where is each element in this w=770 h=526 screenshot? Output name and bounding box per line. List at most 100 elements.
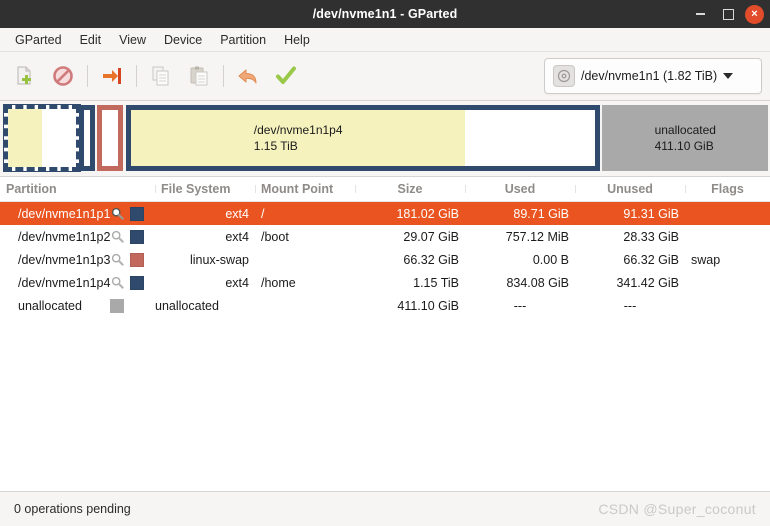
magnifier-icon[interactable] (111, 230, 125, 243)
delete-prohibition-icon (53, 66, 73, 86)
partition-name: /dev/nvme1n1p4 (18, 275, 111, 290)
disk-segment-p3[interactable] (97, 105, 124, 171)
cell-size: 66.32 GiB (403, 252, 459, 267)
cell-filesystem: linux-swap (189, 252, 249, 267)
cell-used: 0.00 B (532, 252, 569, 267)
status-bar: 0 operations pending CSDN @Super_coconut (0, 491, 770, 526)
cell-size: 181.02 GiB (396, 206, 459, 221)
title-bar: /dev/nvme1n1 - GParted × (0, 0, 770, 28)
copy-button[interactable] (142, 57, 180, 95)
apply-button[interactable] (267, 57, 305, 95)
close-button[interactable]: × (745, 4, 764, 24)
magnifier-icon[interactable] (111, 253, 125, 266)
resize-move-arrow-icon (103, 68, 121, 84)
toolbar: /dev/nvme1n1 (1.82 TiB) (0, 52, 770, 101)
table-row[interactable]: /dev/nvme1n1p1 ext4 / 181.02 GiB 89.71 G… (0, 202, 770, 225)
menu-help[interactable]: Help (275, 31, 319, 49)
pending-operations-text: 0 operations pending (14, 502, 131, 516)
cell-partition: /dev/nvme1n1p2 (0, 229, 155, 244)
disk-segment-p2[interactable] (79, 105, 96, 171)
column-header-used[interactable]: Used (465, 182, 575, 196)
cell-filesystem: ext4 (225, 275, 249, 290)
magnifier-icon[interactable] (111, 276, 125, 289)
table-row[interactable]: unallocated unallocated 411.10 GiB --- -… (0, 294, 770, 317)
cell-mountpoint: /home (261, 275, 296, 290)
device-selector[interactable]: /dev/nvme1n1 (1.82 TiB) (544, 58, 762, 94)
menu-device[interactable]: Device (155, 31, 211, 49)
delete-partition-button[interactable] (44, 57, 82, 95)
filesystem-color-swatch (130, 206, 145, 221)
cell-flags: swap (691, 252, 721, 267)
disk-segment-used-fill (7, 109, 42, 167)
partition-name: /dev/nvme1n1p3 (18, 252, 111, 267)
cell-partition: unallocated (0, 298, 155, 313)
column-header-filesystem[interactable]: File System (155, 182, 255, 196)
table-row[interactable]: /dev/nvme1n1p2 ext4 /boot 29.07 GiB 757.… (0, 225, 770, 248)
partition-table: Partition File System Mount Point Size U… (0, 177, 770, 491)
maximize-button[interactable] (717, 3, 739, 25)
minimize-icon (695, 13, 705, 15)
cell-used: 834.08 GiB (506, 275, 569, 290)
partition-name: unallocated (18, 298, 82, 313)
disk-graphic: /dev/nvme1n1p4 1.15 TiB unallocated 411.… (0, 101, 770, 177)
menu-partition[interactable]: Partition (211, 31, 275, 49)
cell-partition: /dev/nvme1n1p4 (0, 275, 155, 290)
disk-icon (553, 65, 575, 87)
filesystem-color-swatch (130, 229, 145, 244)
cell-used: 89.71 GiB (513, 206, 569, 221)
partition-name: /dev/nvme1n1p1 (18, 206, 111, 221)
cell-used: --- (513, 298, 527, 313)
filesystem-color-swatch (109, 298, 124, 313)
disk-segment-p4[interactable]: /dev/nvme1n1p4 1.15 TiB (126, 105, 600, 171)
disk-segment-unallocated-name: unallocated (654, 122, 716, 137)
cell-unused: 28.33 GiB (623, 229, 679, 244)
menu-view[interactable]: View (110, 31, 155, 49)
table-row[interactable]: /dev/nvme1n1p4 ext4 /home 1.15 TiB 834.0… (0, 271, 770, 294)
new-partition-button[interactable] (6, 57, 44, 95)
maximize-icon (722, 8, 734, 20)
column-header-unused[interactable]: Unused (575, 182, 685, 196)
disk-segment-unallocated-label: unallocated 411.10 GiB (655, 122, 716, 154)
new-document-icon (17, 66, 31, 85)
cell-size: 411.10 GiB (397, 298, 459, 313)
cell-unused: 341.42 GiB (616, 275, 679, 290)
cell-partition: /dev/nvme1n1p3 (0, 252, 155, 267)
filesystem-color-swatch (130, 252, 145, 267)
disk-segment-unallocated-size: 411.10 GiB (654, 139, 714, 153)
table-header-row: Partition File System Mount Point Size U… (0, 177, 770, 202)
column-header-partition[interactable]: Partition (0, 182, 155, 196)
cell-filesystem: ext4 (225, 206, 249, 221)
cell-filesystem: ext4 (225, 229, 249, 244)
close-icon: × (751, 7, 758, 20)
gparted-window: /dev/nvme1n1 - GParted × GParted Edit Vi… (0, 0, 770, 526)
undo-arrow-icon (238, 69, 257, 84)
menu-edit[interactable]: Edit (71, 31, 111, 49)
column-header-size[interactable]: Size (355, 182, 465, 196)
resize-move-button[interactable] (93, 57, 131, 95)
disk-segment-p1[interactable] (2, 104, 82, 172)
cell-size: 1.15 TiB (413, 275, 459, 290)
toolbar-separator-2 (136, 65, 137, 87)
cell-mountpoint: / (261, 206, 265, 221)
copy-icon (152, 66, 169, 86)
apply-check-icon (276, 66, 296, 84)
table-row[interactable]: /dev/nvme1n1p3 linux-swap 66.32 GiB 0.00… (0, 248, 770, 271)
cell-partition: /dev/nvme1n1p1 (0, 206, 155, 221)
filesystem-color-swatch (130, 275, 145, 290)
toolbar-separator-1 (87, 65, 88, 87)
cell-unused: 91.31 GiB (623, 206, 679, 221)
disk-segment-unallocated[interactable]: unallocated 411.10 GiB (602, 105, 769, 171)
column-header-mountpoint[interactable]: Mount Point (255, 182, 355, 196)
undo-button[interactable] (229, 57, 267, 95)
magnifier-icon[interactable] (111, 207, 125, 220)
toolbar-separator-3 (223, 65, 224, 87)
window-controls: × (689, 0, 764, 28)
paste-button[interactable] (180, 57, 218, 95)
minimize-button[interactable] (689, 3, 711, 25)
column-header-flags[interactable]: Flags (685, 182, 770, 196)
menu-gparted[interactable]: GParted (6, 31, 71, 49)
cell-filesystem: unallocated (155, 298, 219, 313)
menu-bar: GParted Edit View Device Partition Help (0, 28, 770, 52)
cell-used: 757.12 MiB (505, 229, 569, 244)
device-selector-label: /dev/nvme1n1 (1.82 TiB) (581, 69, 718, 83)
